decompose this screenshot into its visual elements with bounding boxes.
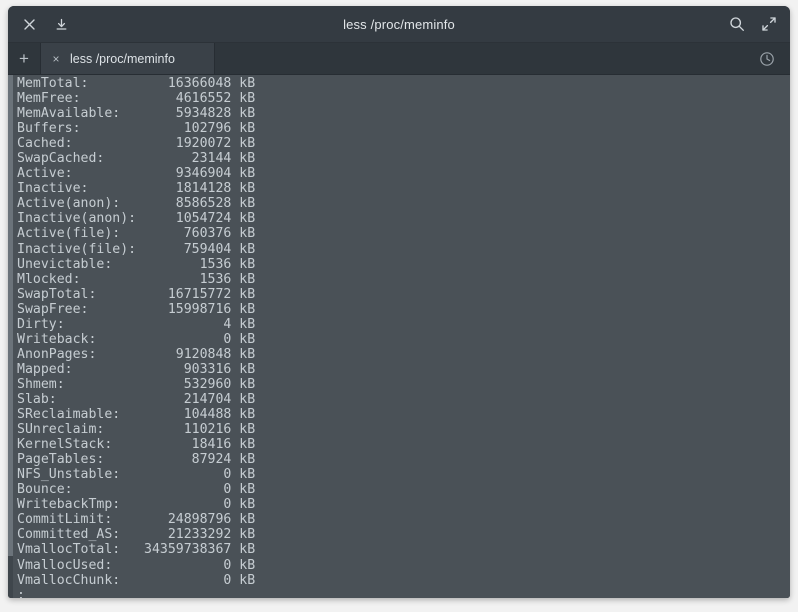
tab-bar-empty-area (215, 43, 754, 74)
terminal-line: CommitLimit: 24898796 kB (17, 512, 790, 527)
terminal-line: SUnreclaim: 110216 kB (17, 422, 790, 437)
terminal-line: Buffers: 102796 kB (17, 121, 790, 136)
search-icon[interactable] (722, 10, 752, 38)
terminal-line: VmallocUsed: 0 kB (17, 558, 790, 573)
new-tab-button[interactable]: + (8, 43, 41, 74)
terminal-line: Dirty: 4 kB (17, 317, 790, 332)
terminal-line: Shmem: 532960 kB (17, 377, 790, 392)
pager-prompt[interactable]: : (17, 588, 790, 598)
terminal-line: Slab: 214704 kB (17, 392, 790, 407)
terminal-line: Inactive: 1814128 kB (17, 181, 790, 196)
terminal-line: SwapCached: 23144 kB (17, 151, 790, 166)
window-title: less /proc/meminfo (8, 17, 790, 32)
terminal-line: KernelStack: 18416 kB (17, 437, 790, 452)
terminal-output[interactable]: MemTotal: 16366048 kBMemFree: 4616552 kB… (13, 75, 790, 598)
terminal-line: Writeback: 0 kB (17, 332, 790, 347)
terminal-line: Mapped: 903316 kB (17, 362, 790, 377)
terminal-line: SReclaimable: 104488 kB (17, 407, 790, 422)
terminal-line: Active: 9346904 kB (17, 166, 790, 181)
terminal-line: SwapTotal: 16715772 kB (17, 287, 790, 302)
terminal-line: VmallocChunk: 0 kB (17, 573, 790, 588)
terminal-line: Mlocked: 1536 kB (17, 272, 790, 287)
terminal-line: Active(anon): 8586528 kB (17, 196, 790, 211)
window-titlebar: less /proc/meminfo (8, 6, 790, 43)
terminal-body[interactable]: MemTotal: 16366048 kBMemFree: 4616552 kB… (8, 75, 790, 598)
terminal-line: Committed_AS: 21233292 kB (17, 527, 790, 542)
tab-bar-right-controls (754, 43, 790, 74)
terminal-line: MemFree: 4616552 kB (17, 91, 790, 106)
terminal-window: less /proc/meminfo (8, 6, 790, 598)
terminal-line: Cached: 1920072 kB (17, 136, 790, 151)
terminal-line: AnonPages: 9120848 kB (17, 347, 790, 362)
close-icon[interactable] (14, 10, 44, 38)
terminal-line: Bounce: 0 kB (17, 482, 790, 497)
tab-label: less /proc/meminfo (70, 52, 175, 66)
terminal-line: WritebackTmp: 0 kB (17, 497, 790, 512)
tab-bar: + × less /proc/meminfo (8, 43, 790, 75)
terminal-line: SwapFree: 15998716 kB (17, 302, 790, 317)
terminal-line: Unevictable: 1536 kB (17, 257, 790, 272)
terminal-line: VmallocTotal: 34359738367 kB (17, 542, 790, 557)
terminal-line: NFS_Unstable: 0 kB (17, 467, 790, 482)
fullscreen-icon[interactable] (754, 10, 784, 38)
titlebar-left-controls (14, 10, 76, 38)
tab-close-icon[interactable]: × (50, 53, 62, 65)
terminal-line: MemTotal: 16366048 kB (17, 76, 790, 91)
terminal-line: Active(file): 760376 kB (17, 226, 790, 241)
terminal-line: PageTables: 87924 kB (17, 452, 790, 467)
terminal-line: MemAvailable: 5934828 kB (17, 106, 790, 121)
terminal-line: Inactive(anon): 1054724 kB (17, 211, 790, 226)
terminal-line: Inactive(file): 759404 kB (17, 242, 790, 257)
download-icon[interactable] (46, 10, 76, 38)
screen: less /proc/meminfo (0, 0, 798, 612)
tab-less-proc-meminfo[interactable]: × less /proc/meminfo (41, 43, 215, 74)
titlebar-right-controls (722, 10, 784, 38)
history-clock-icon[interactable] (754, 46, 780, 72)
